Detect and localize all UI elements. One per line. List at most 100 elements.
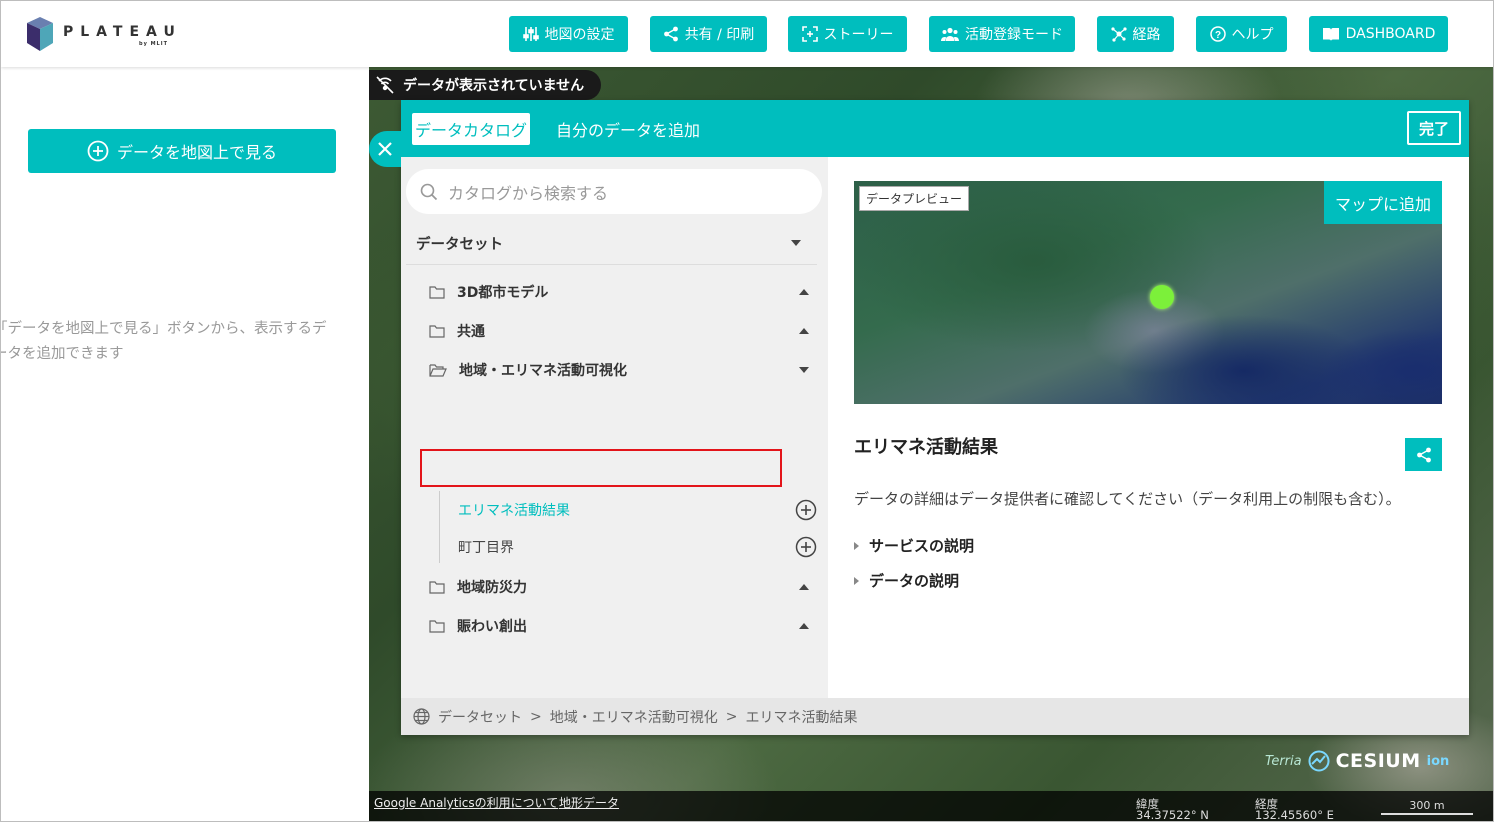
hint-line-1: 「データを地図上で見る」ボタンから、表示するデ xyxy=(0,321,327,337)
story-button[interactable]: ストーリー xyxy=(788,16,907,52)
terrain-data-link[interactable]: 地形データ xyxy=(559,794,619,811)
globe-icon xyxy=(413,708,430,725)
tree-folder-label: 共通 xyxy=(457,324,485,340)
selection-highlight-box xyxy=(420,449,782,487)
tree-folder-area-management[interactable]: 地域・エリマネ活動可視化 xyxy=(429,352,815,388)
search-placeholder: カタログから検索する xyxy=(448,183,609,203)
chevron-down-icon xyxy=(799,367,809,373)
google-analytics-link[interactable]: Google Analyticsの利用について xyxy=(374,794,558,811)
longitude-value: 132.45560° E xyxy=(1255,808,1334,822)
service-description-expander[interactable]: サービスの説明 xyxy=(854,535,974,556)
preview-data-point xyxy=(1150,285,1174,309)
ion-logo-text: ion xyxy=(1426,753,1450,769)
share-icon xyxy=(1416,447,1431,462)
add-circle-icon[interactable] xyxy=(795,536,817,558)
dataset-group-header[interactable]: データセット xyxy=(406,222,817,265)
expander-label: データの説明 xyxy=(869,572,960,590)
latitude-value: 34.37522° N xyxy=(1136,808,1209,822)
add-data-label: データを地図上で見る xyxy=(116,143,277,162)
map-settings-button[interactable]: 地図の設定 xyxy=(509,16,628,52)
share-print-button[interactable]: 共有 / 印刷 xyxy=(650,16,767,52)
preview-label: データプレビュー xyxy=(859,186,970,211)
people-icon xyxy=(941,27,959,41)
detail-note: データの詳細はデータ提供者に確認してください（データ利用上の制限も含む）。 xyxy=(854,490,1401,508)
brand-name: PLATEAU xyxy=(63,24,182,40)
data-preview-map[interactable]: データプレビュー マップに追加 xyxy=(854,181,1442,404)
folder-icon xyxy=(429,324,445,338)
tree-item-label: 町丁目界 xyxy=(458,540,514,556)
breadcrumb-separator: > xyxy=(530,708,542,725)
add-circle-icon[interactable] xyxy=(795,499,817,521)
top-header: PLATEAU by MLIT 地図の設定 共有 / 印刷 ストーリー 活動登録… xyxy=(1,1,1493,67)
folder-icon xyxy=(429,580,445,594)
triangle-right-icon xyxy=(854,576,859,585)
cesium-ion-logo[interactable]: Terria CESIUM ion xyxy=(1265,743,1475,779)
help-icon: ? xyxy=(1209,26,1226,42)
breadcrumb-item[interactable]: 地域・エリマネ活動可視化 xyxy=(550,707,718,727)
chevron-up-icon xyxy=(799,328,809,334)
longitude-readout: 経度 132.45560° E xyxy=(1255,798,1334,822)
tree-item-town-boundary[interactable]: 町丁目界 xyxy=(439,529,817,565)
tree-folder-bustle-creation[interactable]: 賑わい創出 xyxy=(429,608,815,644)
tab-data-catalog[interactable]: データカタログ xyxy=(412,113,530,145)
app-window: PLATEAU by MLIT 地図の設定 共有 / 印刷 ストーリー 活動登録… xyxy=(0,0,1494,822)
add-data-to-map-button[interactable]: データを地図上で見る xyxy=(28,129,336,173)
share-icon xyxy=(663,26,678,42)
scale-label: 300 m xyxy=(1409,799,1445,812)
share-print-label: 共有 / 印刷 xyxy=(684,27,755,43)
latitude-readout: 緯度 34.37522° N xyxy=(1136,798,1209,822)
plateau-cube-icon xyxy=(27,17,53,51)
dataset-header-label: データセット xyxy=(416,236,503,253)
chevron-up-icon xyxy=(799,289,809,295)
breadcrumb-item[interactable]: データセット xyxy=(438,707,522,727)
chevron-down-icon xyxy=(791,240,801,246)
scale-bar xyxy=(1381,813,1473,815)
tree-folder-label: 地域防災力 xyxy=(457,580,527,596)
close-catalog-button[interactable] xyxy=(369,131,401,167)
chevron-up-icon xyxy=(799,623,809,629)
svg-text:?: ? xyxy=(1214,30,1220,41)
tree-folder-3d-city-model[interactable]: 3D都市モデル xyxy=(429,274,815,310)
plateau-logo[interactable]: PLATEAU by MLIT xyxy=(27,17,187,53)
catalog-search-input[interactable]: カタログから検索する xyxy=(406,169,822,214)
activity-mode-label: 活動登録モード xyxy=(965,27,1063,43)
add-to-map-button[interactable]: マップに追加 xyxy=(1324,181,1442,224)
cesium-mark-icon xyxy=(1308,750,1330,772)
folder-icon xyxy=(429,619,445,633)
workbench-panel: データを地図上で見る 「データを地図上で見る」ボタンから、表示するデ ータを追加… xyxy=(1,67,369,821)
folder-open-icon xyxy=(429,363,447,377)
data-description-expander[interactable]: データの説明 xyxy=(854,570,959,591)
tree-item-area-management-results[interactable]: エリマネ活動結果 xyxy=(439,492,817,528)
folder-icon xyxy=(429,285,445,299)
tree-folder-disaster-prevention[interactable]: 地域防災力 xyxy=(429,569,815,605)
cesium-logo-text: CESIUM xyxy=(1335,750,1421,772)
detail-title: エリマネ活動結果 xyxy=(854,437,998,458)
help-button[interactable]: ? ヘルプ xyxy=(1196,16,1287,52)
dashboard-button[interactable]: DASHBOARD xyxy=(1309,16,1448,52)
plus-circle-icon xyxy=(87,140,109,162)
empty-workbench-hint: 「データを地図上で見る」ボタンから、表示するデ ータを追加できます xyxy=(0,317,373,367)
hint-line-2: ータを追加できます xyxy=(0,346,124,362)
map-settings-label: 地図の設定 xyxy=(544,27,615,43)
tree-folder-common[interactable]: 共通 xyxy=(429,313,815,349)
route-button[interactable]: 経路 xyxy=(1097,16,1174,52)
dashboard-label: DASHBOARD xyxy=(1345,26,1436,42)
help-label: ヘルプ xyxy=(1231,27,1274,43)
close-icon xyxy=(378,142,392,156)
sliders-icon xyxy=(522,27,539,41)
book-icon xyxy=(1322,28,1339,41)
expander-label: サービスの説明 xyxy=(869,537,975,555)
search-icon xyxy=(420,183,438,200)
activity-mode-button[interactable]: 活動登録モード xyxy=(929,16,1075,52)
tree-folder-label: 地域・エリマネ活動可視化 xyxy=(459,363,627,379)
story-frame-icon xyxy=(801,26,818,42)
chevron-up-icon xyxy=(799,584,809,590)
share-dataset-button[interactable] xyxy=(1405,438,1442,471)
data-catalog-modal: データカタログ 自分のデータを追加 完了 カタログから検索する データセット 3… xyxy=(401,100,1469,735)
no-data-indicator: データが表示されていません xyxy=(369,70,601,100)
done-button[interactable]: 完了 xyxy=(1407,111,1461,145)
breadcrumb-item[interactable]: エリマネ活動結果 xyxy=(745,707,857,727)
tab-add-my-data[interactable]: 自分のデータを追加 xyxy=(556,113,700,145)
route-icon xyxy=(1110,27,1127,42)
tree-folder-label: 3D都市モデル xyxy=(457,285,549,301)
